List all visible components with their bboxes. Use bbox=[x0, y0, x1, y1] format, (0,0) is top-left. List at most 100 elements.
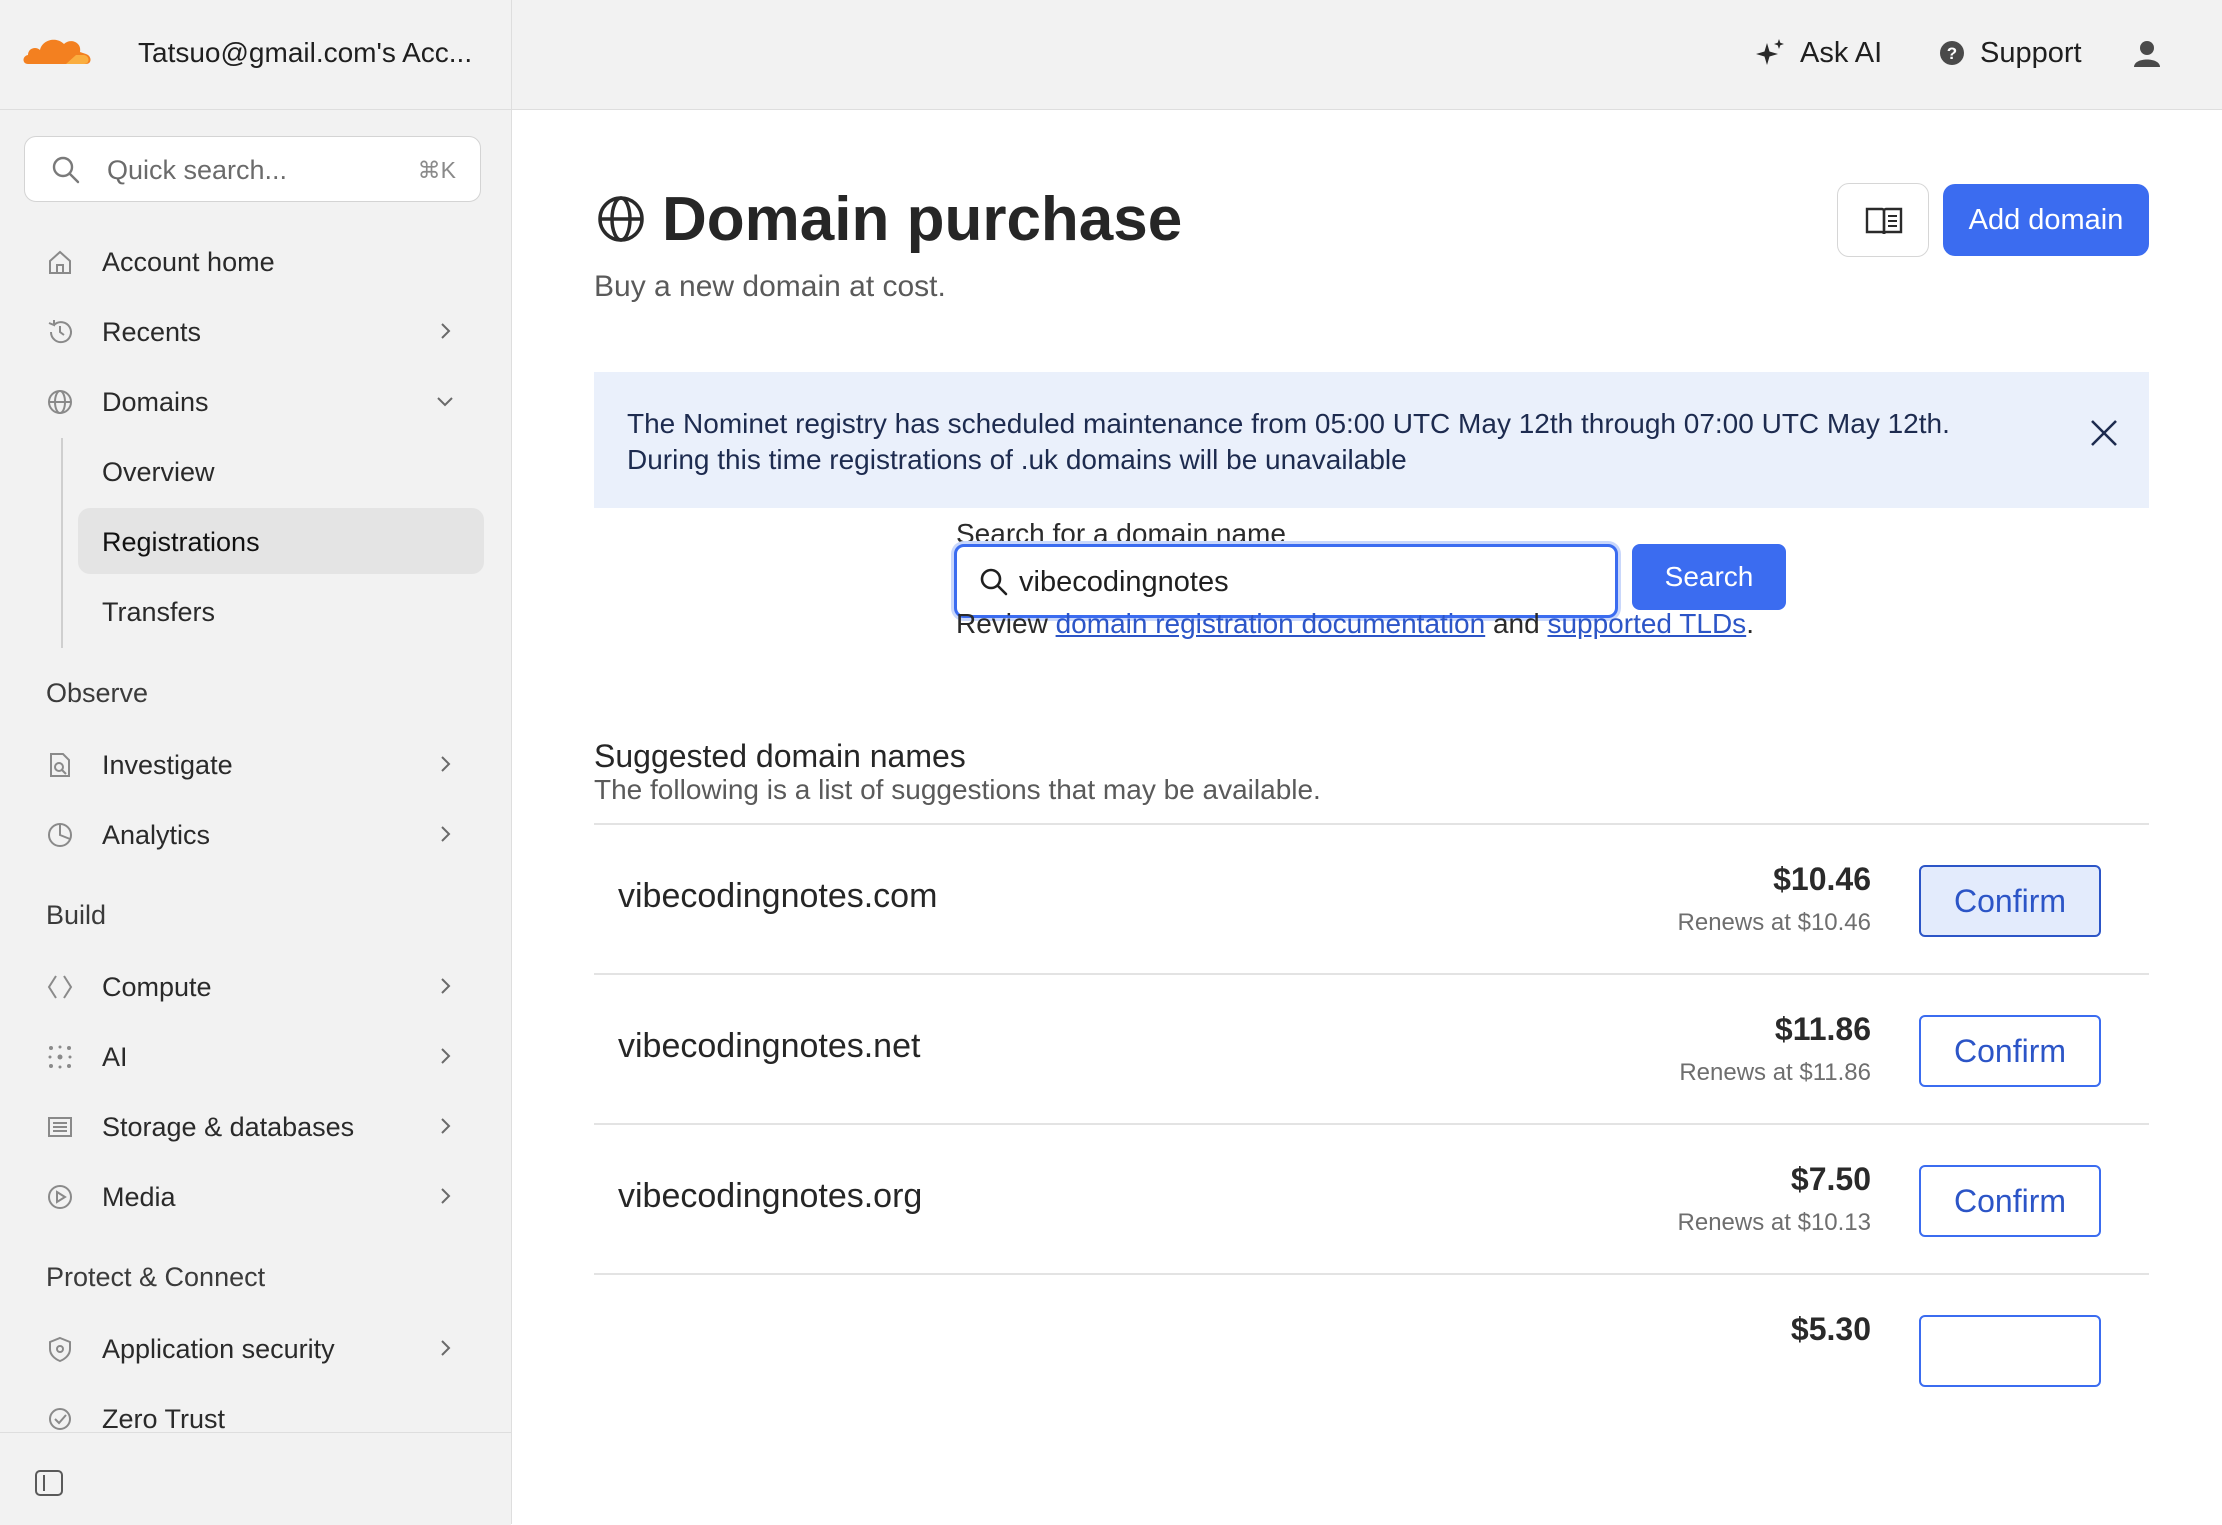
domain-search-field[interactable] bbox=[954, 544, 1618, 618]
sidebar-item-label: Analytics bbox=[102, 820, 211, 850]
sidebar-item-label: Media bbox=[102, 1182, 176, 1212]
notice-line-2: During this time registrations of .uk do… bbox=[627, 444, 1407, 475]
user-menu-button[interactable] bbox=[2132, 30, 2162, 76]
history-icon bbox=[48, 320, 72, 344]
sidebar-item-label: Registrations bbox=[102, 527, 260, 557]
sidebar-item-compute[interactable]: Compute bbox=[24, 953, 484, 1019]
suggestion-renewal: Renews at $10.46 bbox=[1677, 909, 1871, 936]
confirm-button[interactable]: Confirm bbox=[1919, 1165, 2101, 1237]
review-suffix: . bbox=[1746, 608, 1754, 639]
sidebar-item-label: Account home bbox=[102, 247, 275, 277]
review-links-line: Review domain registration documentation… bbox=[956, 608, 1754, 640]
support-label: Support bbox=[1980, 36, 2082, 69]
submenu-divider bbox=[61, 438, 63, 648]
sidebar-item-investigate[interactable]: Investigate bbox=[24, 731, 484, 797]
sidebar-item-application-security[interactable]: Application security bbox=[24, 1315, 484, 1381]
sidebar-item-label: Overview bbox=[102, 457, 215, 487]
user-icon bbox=[2134, 41, 2160, 67]
shortcut-hint: ⌘K bbox=[417, 157, 456, 183]
chevron-right-icon bbox=[441, 323, 451, 339]
sidebar-item-ai[interactable]: AI bbox=[24, 1023, 484, 1089]
play-circle-icon bbox=[48, 1185, 72, 1209]
sidebar-item-overview[interactable]: Overview bbox=[78, 438, 484, 504]
suggestions-subtitle: The following is a list of suggestions t… bbox=[594, 774, 1321, 805]
chevron-down-icon bbox=[437, 397, 453, 407]
svg-text:?: ? bbox=[1947, 44, 1957, 63]
chevron-right-icon bbox=[441, 978, 451, 994]
confirm-button[interactable]: Confirm bbox=[1919, 865, 2101, 937]
sparkle-dots-icon bbox=[48, 1045, 72, 1069]
sidebar-item-label: Recents bbox=[102, 317, 202, 347]
sidebar-item-media[interactable]: Media bbox=[24, 1163, 484, 1229]
quick-search-input[interactable]: Quick search... ⌘K bbox=[24, 136, 481, 202]
sidebar-item-storage-databases[interactable]: Storage & databases bbox=[24, 1093, 484, 1159]
sidebar: Tatsuo@gmail.com's Acc... Quick search..… bbox=[0, 0, 512, 1525]
documentation-button[interactable] bbox=[1837, 183, 1929, 257]
cloudflare-logo-icon[interactable] bbox=[20, 30, 96, 70]
search-icon bbox=[980, 568, 1008, 596]
sidebar-item-transfers[interactable]: Transfers bbox=[78, 578, 484, 644]
section-heading-build: Build bbox=[46, 900, 107, 930]
suggestion-domain: vibecodingnotes.org bbox=[618, 1177, 923, 1215]
sidebar-item-label: Storage & databases bbox=[102, 1112, 355, 1142]
help-circle-icon: ? bbox=[1940, 41, 1964, 65]
section-heading-observe: Observe bbox=[46, 678, 149, 708]
sidebar-item-registrations[interactable]: Registrations bbox=[78, 508, 484, 574]
registration-docs-link[interactable]: domain registration documentation bbox=[1056, 608, 1486, 639]
suggestion-domain: vibecodingnotes.net bbox=[618, 1027, 921, 1065]
home-icon bbox=[49, 250, 71, 274]
sidebar-collapse-icon[interactable] bbox=[34, 1469, 64, 1497]
sidebar-item-domains[interactable]: Domains bbox=[24, 368, 484, 434]
account-name[interactable]: Tatsuo@gmail.com's Acc... bbox=[138, 37, 472, 69]
sidebar-item-recents[interactable]: Recents bbox=[24, 298, 484, 364]
add-domain-button[interactable]: Add domain bbox=[1943, 184, 2149, 256]
sidebar-item-account-home[interactable]: Account home bbox=[24, 228, 484, 294]
domain-search-input[interactable] bbox=[1017, 557, 1601, 607]
suggestion-renewal: Renews at $10.13 bbox=[1677, 1209, 1871, 1236]
sidebar-item-label: Zero Trust bbox=[102, 1404, 226, 1434]
review-and: and bbox=[1485, 608, 1548, 639]
sidebar-item-label: AI bbox=[102, 1042, 128, 1072]
maintenance-notice: The Nominet registry has scheduled maint… bbox=[594, 372, 2149, 508]
compute-icon bbox=[47, 975, 73, 999]
suggestion-price: $10.46 bbox=[1773, 861, 1871, 897]
confirm-button[interactable] bbox=[1919, 1315, 2101, 1387]
support-button[interactable]: ? Support bbox=[1938, 30, 2082, 76]
chevron-right-icon bbox=[441, 756, 451, 772]
suggestions-title: Suggested domain names bbox=[594, 738, 966, 774]
page-title: Domain purchase bbox=[662, 185, 1183, 254]
review-prefix: Review bbox=[956, 608, 1056, 639]
notice-text: The Nominet registry has scheduled maint… bbox=[627, 406, 2027, 478]
ask-ai-label: Ask AI bbox=[1800, 36, 1883, 69]
chevron-right-icon bbox=[441, 1048, 451, 1064]
database-list-icon bbox=[48, 1117, 72, 1137]
confirm-button[interactable]: Confirm bbox=[1919, 1015, 2101, 1087]
suggestion-renewal: Renews at $11.86 bbox=[1679, 1059, 1871, 1086]
zero-trust-icon bbox=[49, 1408, 71, 1430]
shield-icon bbox=[49, 1336, 71, 1363]
sidebar-item-label: Domains bbox=[102, 387, 209, 417]
chevron-right-icon bbox=[441, 1118, 451, 1134]
suggestions-list: vibecodingnotes.com $10.46 Renews at $10… bbox=[594, 823, 2149, 1423]
book-open-icon bbox=[1865, 207, 1903, 235]
sparkle-icon bbox=[1756, 39, 1784, 65]
suggestion-row: $5.30 bbox=[594, 1273, 2149, 1423]
suggestion-domain: vibecodingnotes.com bbox=[618, 877, 938, 915]
globe-icon bbox=[48, 390, 72, 414]
sidebar-item-label: Application security bbox=[102, 1334, 335, 1364]
ask-ai-button[interactable]: Ask AI bbox=[1754, 30, 1882, 76]
account-bar: Tatsuo@gmail.com's Acc... bbox=[0, 0, 511, 110]
globe-icon bbox=[598, 196, 644, 242]
main-content: Domain purchase Buy a new domain at cost… bbox=[512, 110, 2222, 1524]
chevron-right-icon bbox=[441, 1340, 451, 1356]
sidebar-item-label: Compute bbox=[102, 972, 212, 1002]
sidebar-item-label: Investigate bbox=[102, 750, 233, 780]
sidebar-item-label: Transfers bbox=[102, 597, 216, 627]
page-subtitle: Buy a new domain at cost. bbox=[594, 270, 946, 303]
notice-line-1: The Nominet registry has scheduled maint… bbox=[627, 408, 1950, 439]
suggestion-price: $5.30 bbox=[1790, 1311, 1871, 1347]
supported-tlds-link[interactable]: supported TLDs bbox=[1547, 608, 1746, 639]
search-button[interactable]: Search bbox=[1632, 544, 1786, 610]
sidebar-item-analytics[interactable]: Analytics bbox=[24, 801, 484, 867]
close-icon[interactable] bbox=[2089, 418, 2119, 448]
